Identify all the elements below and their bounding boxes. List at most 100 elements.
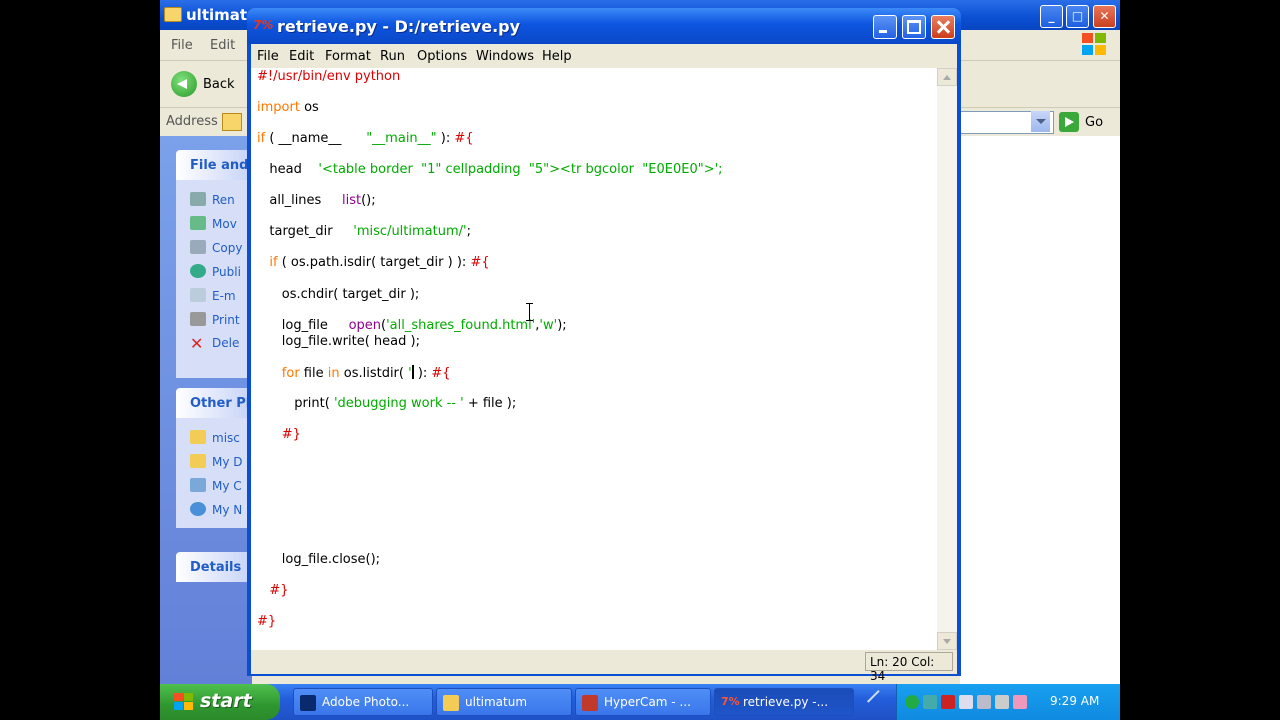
code-line[interactable]: log_file open('all_shares_found.html','w… <box>257 318 567 334</box>
task-publish[interactable]: Publi <box>190 264 241 282</box>
code-token: #{ <box>431 366 451 381</box>
pen-tool-icon[interactable] <box>866 689 892 715</box>
code-token: import <box>257 100 300 115</box>
code-token: #!/usr/bin/env python <box>257 69 401 84</box>
code-line[interactable]: log_file.write( head ); <box>257 334 420 350</box>
code-line[interactable]: log_file.close(); <box>257 552 380 568</box>
folder-icon <box>222 113 242 131</box>
code-line[interactable]: #} <box>257 427 301 443</box>
folder-icon <box>443 695 459 711</box>
code-token: #{ <box>470 255 490 270</box>
text-cursor-icon <box>525 303 534 321</box>
task-move[interactable]: Mov <box>190 216 237 234</box>
hypercam-icon <box>582 695 598 711</box>
tray-icon[interactable] <box>923 695 937 709</box>
code-token: 'all_shares_found.html' <box>386 318 536 333</box>
file-tasks-header[interactable]: File and <box>176 150 252 180</box>
tray-icon[interactable] <box>977 695 991 709</box>
code-token: print( <box>257 396 334 411</box>
maximize-button[interactable] <box>902 15 926 39</box>
idle-editor-window: 7% retrieve.py - D:/retrieve.py File Edi… <box>247 8 961 683</box>
menu-edit[interactable]: Edit <box>210 38 235 53</box>
taskbar-button-retrieve[interactable]: 7% retrieve.py -... <box>714 688 854 716</box>
minimize-button[interactable]: _ <box>1040 5 1063 28</box>
code-token: #} <box>257 427 301 442</box>
code-token: list <box>341 193 362 208</box>
menu-help[interactable]: Help <box>542 49 572 64</box>
code-line[interactable]: #} <box>257 583 288 599</box>
task-print[interactable]: Print <box>190 312 240 330</box>
place-my-documents[interactable]: My D <box>190 454 243 472</box>
explorer-file-list[interactable] <box>960 136 1120 684</box>
maximize-button[interactable]: □ <box>1066 5 1089 28</box>
taskbar-button-ultimatum[interactable]: ultimatum <box>436 688 572 716</box>
code-line[interactable]: import os <box>257 100 319 116</box>
code-line[interactable]: if ( __name__ "__main__" ): #{ <box>257 131 474 147</box>
idle-title-bar[interactable]: 7% retrieve.py - D:/retrieve.py <box>247 8 961 44</box>
taskbar-button-photoshop[interactable]: Adobe Photo... <box>293 688 433 716</box>
system-tray: 9:29 AM <box>896 684 1120 720</box>
code-token: os.listdir( <box>339 366 409 381</box>
code-token: '<table border "1" cellpadding "5"><tr b… <box>318 162 723 177</box>
code-line[interactable]: #!/usr/bin/env python <box>257 69 400 85</box>
details-header[interactable]: Details <box>176 552 252 582</box>
start-button[interactable]: start <box>160 684 280 720</box>
menu-file[interactable]: File <box>257 49 279 64</box>
tray-icon[interactable] <box>995 695 1009 709</box>
windows-logo-icon <box>174 693 194 711</box>
tray-icon[interactable] <box>1013 695 1027 709</box>
code-token: in <box>327 366 340 381</box>
scroll-down-icon[interactable] <box>937 632 957 650</box>
code-token: os.chdir( target_dir ); <box>257 287 420 302</box>
menu-format[interactable]: Format <box>325 49 371 64</box>
menu-edit[interactable]: Edit <box>289 49 314 64</box>
code-token: ): <box>436 131 455 146</box>
close-button[interactable]: ✕ <box>1093 5 1116 28</box>
code-token: log_file.close(); <box>257 552 381 567</box>
menu-file[interactable]: File <box>171 38 193 53</box>
minimize-button[interactable] <box>873 15 897 39</box>
code-token: if <box>257 131 266 146</box>
code-line[interactable]: print( 'debugging work -- ' + file ); <box>257 396 516 412</box>
close-button[interactable] <box>931 15 955 39</box>
code-editor[interactable]: #!/usr/bin/env python import os if ( __nam… <box>251 68 937 650</box>
code-token: log_file.write( head ); <box>257 334 420 349</box>
taskbar: start Adobe Photo... ultimatum HyperCam … <box>160 684 1120 720</box>
tray-icon[interactable] <box>959 695 973 709</box>
task-rename[interactable]: Ren <box>190 192 235 210</box>
code-line[interactable]: target_dir 'misc/ultimatum/'; <box>257 224 471 240</box>
code-line[interactable]: for file in os.listdir( ' ): #{ <box>257 365 451 382</box>
scroll-up-icon[interactable] <box>937 68 957 86</box>
menu-run[interactable]: Run <box>380 49 405 64</box>
go-arrow-icon[interactable] <box>1059 112 1079 132</box>
explorer-task-pane: File and Ren Mov Copy Publi E-m Print ✕ D… <box>160 136 252 684</box>
task-copy[interactable]: Copy <box>190 240 242 258</box>
other-places-header[interactable]: Other Pl <box>176 388 252 418</box>
photoshop-icon <box>300 695 316 711</box>
menu-options[interactable]: Options <box>417 49 467 64</box>
back-button[interactable]: Back <box>203 77 235 92</box>
code-line[interactable]: #} <box>257 614 276 630</box>
menu-windows[interactable]: Windows <box>476 49 534 64</box>
taskbar-button-hypercam[interactable]: HyperCam - ... <box>575 688 711 716</box>
chevron-down-icon[interactable] <box>1031 111 1050 132</box>
vertical-scrollbar[interactable] <box>937 68 957 650</box>
code-token: ( os.path.isdir( target_dir ) ): <box>277 255 471 270</box>
tray-icon[interactable] <box>905 695 919 709</box>
code-token: 'w' <box>539 318 558 333</box>
code-line[interactable]: all_lines list(); <box>257 193 375 209</box>
other-places-panel: misc My D My C My N <box>176 418 252 528</box>
tray-icon[interactable] <box>941 695 955 709</box>
code-token: ; <box>466 224 471 239</box>
place-misc[interactable]: misc <box>190 430 240 448</box>
code-token: open <box>348 318 382 333</box>
place-my-network[interactable]: My N <box>190 502 242 520</box>
code-line[interactable]: os.chdir( target_dir ); <box>257 287 420 303</box>
place-my-computer[interactable]: My C <box>190 478 242 496</box>
code-line[interactable]: if ( os.path.isdir( target_dir ) ): #{ <box>257 255 490 271</box>
task-delete[interactable]: ✕ Dele <box>190 336 239 354</box>
go-button[interactable]: Go <box>1085 115 1103 130</box>
back-arrow-icon[interactable] <box>171 71 197 97</box>
task-email[interactable]: E-m <box>190 288 236 306</box>
code-line[interactable]: head '<table border "1" cellpadding "5">… <box>257 162 723 178</box>
